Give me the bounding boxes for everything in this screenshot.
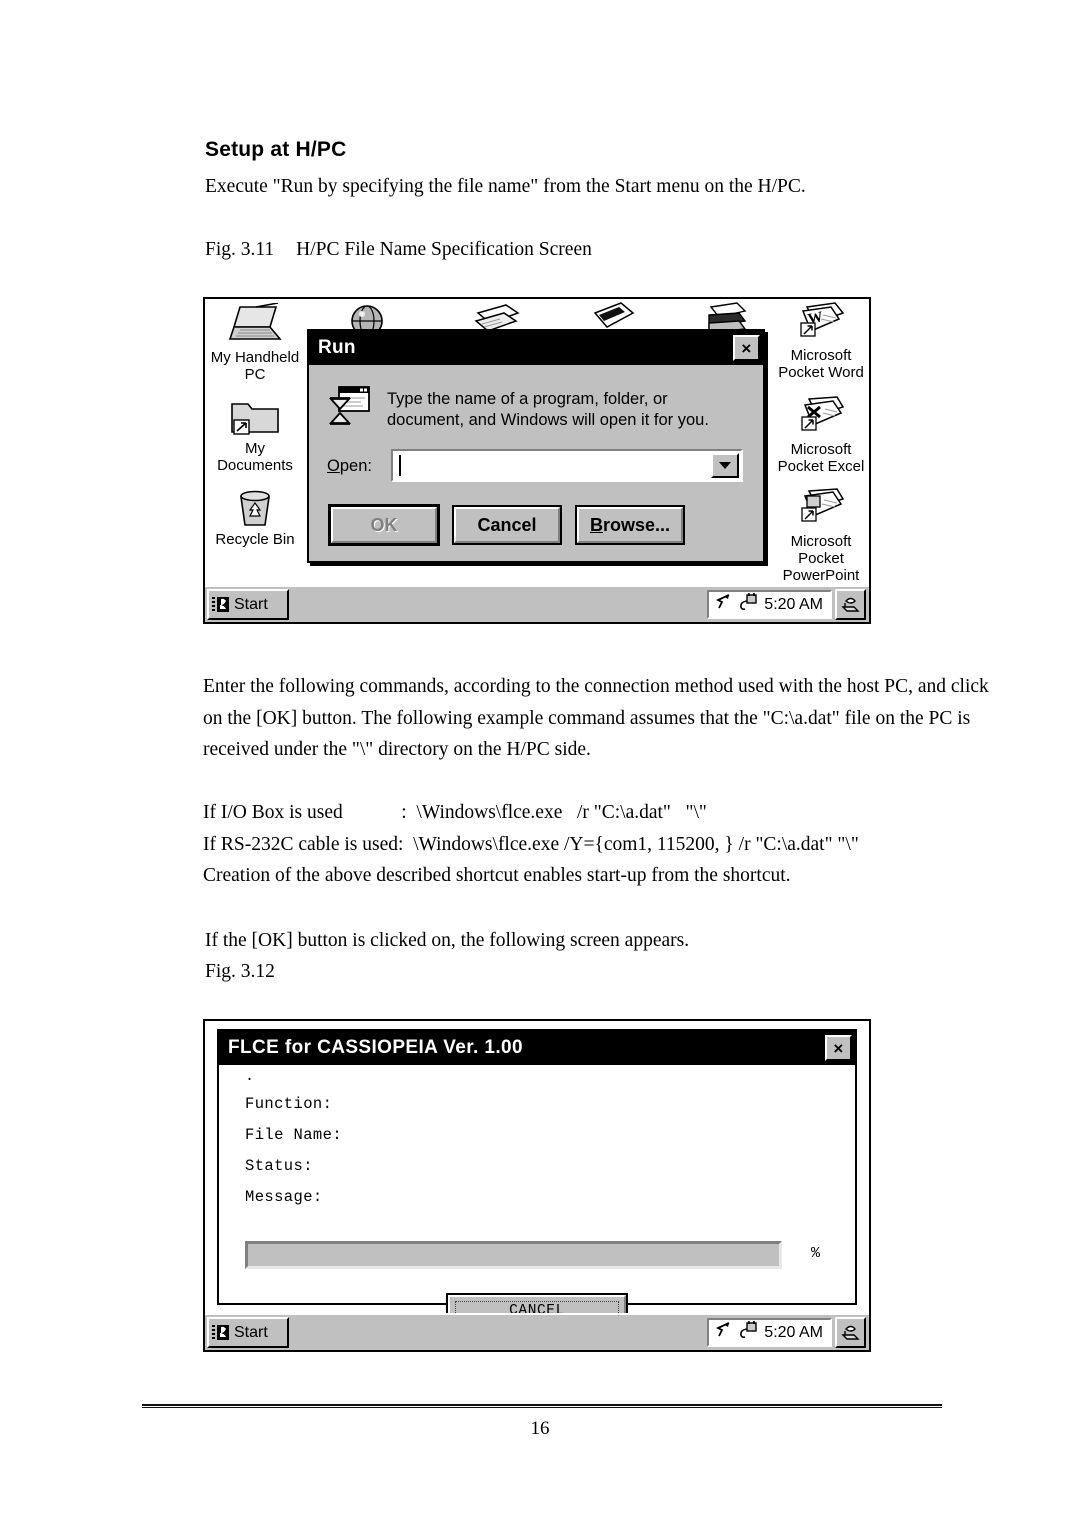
- recycle-bin-icon: [207, 485, 303, 529]
- desktop-icon-pocket-excel[interactable]: Microsoft Pocket Excel: [773, 395, 869, 475]
- cursor-icon[interactable]: [715, 593, 732, 616]
- body-line-2: on the [OK] button. The following exampl…: [203, 707, 971, 729]
- cancel-button[interactable]: CANCEL: [446, 1293, 628, 1313]
- run-dialog-body: Type the name of a program, folder, or d…: [309, 365, 763, 561]
- cancel-button[interactable]: Cancel: [452, 505, 562, 545]
- progress-bar: [245, 1241, 782, 1269]
- taskbar: Start 5:20 AM: [205, 585, 869, 622]
- command-io-box: If I/O Box is used : \Windows\flce.exe /…: [203, 802, 707, 823]
- start-flag-icon: [212, 596, 231, 613]
- desktop-icon-my-documents[interactable]: My Documents: [207, 394, 303, 474]
- desktop-icon-pocket-powerpoint[interactable]: Microsoft Pocket PowerPoint: [773, 487, 869, 584]
- close-icon[interactable]: ×: [733, 335, 760, 361]
- body-line-3: received under the "\" directory on the …: [203, 739, 591, 760]
- run-dialog-message: Type the name of a program, folder, or d…: [387, 390, 709, 429]
- status-field-label: Status:: [245, 1157, 313, 1175]
- excel-document-icon: [773, 395, 869, 439]
- start-flag-icon: [212, 1324, 231, 1341]
- start-button-label: Start: [234, 1323, 268, 1341]
- desktop-icon-label: My Handheld PC: [210, 349, 300, 383]
- cursor-icon[interactable]: [715, 1321, 732, 1344]
- figure-311-caption: Fig. 3.11 H/PC File Name Specification Sc…: [205, 234, 592, 265]
- open-input[interactable]: [393, 451, 711, 480]
- word-document-icon: W: [773, 301, 869, 345]
- run-dialog: Run × Type the name of a program, folder…: [307, 329, 765, 563]
- desktop-icon-label: Microsoft Pocket PowerPoint: [782, 533, 860, 584]
- page-number: 16: [530, 1418, 550, 1439]
- leading-dot: .: [245, 1068, 255, 1085]
- message-field-label: Message:: [245, 1188, 323, 1206]
- figure-311-label: Fig. 3.11: [205, 239, 275, 260]
- run-dialog-message-row: Type the name of a program, folder, or d…: [327, 383, 709, 434]
- figure-312-screenshot: FLCE for CASSIOPEIA Ver. 1.00 × . Functi…: [203, 1019, 871, 1352]
- text-caret: [399, 455, 401, 476]
- open-label-text: pen:: [339, 457, 372, 475]
- open-label-accel: O: [327, 457, 340, 475]
- taskbar: Start 5:20 AM: [205, 1313, 869, 1350]
- figure-311-screenshot: My Handheld PC My Documents Recycle Bin …: [203, 297, 871, 624]
- open-combobox[interactable]: [391, 449, 743, 482]
- command-note: Creation of the above described shortcut…: [203, 865, 791, 886]
- intro-paragraph: Execute "Run by specifying the file name…: [205, 176, 806, 197]
- cancel-button-label: CANCEL: [455, 1301, 619, 1313]
- function-field-label: Function:: [245, 1095, 333, 1113]
- flce-button-row: CANCEL: [219, 1293, 855, 1313]
- open-label: Open:: [327, 457, 372, 476]
- document-page: Setup at H/PC Execute "Run by specifying…: [0, 0, 1080, 1528]
- flce-dialog-body: . Function: File Name: Status: Message: …: [219, 1065, 855, 1313]
- folder-shortcut-icon: [207, 394, 303, 438]
- power-plug-icon[interactable]: [738, 593, 758, 616]
- command-list: If I/O Box is used : \Windows\flce.exe /…: [203, 797, 1003, 892]
- system-tray: 5:20 AM: [707, 1318, 832, 1347]
- body-paragraph: Enter the following commands, according …: [203, 671, 993, 766]
- tray-clock[interactable]: 5:20 AM: [764, 596, 823, 614]
- ok-note-paragraph: If the [OK] button is clicked on, the fo…: [205, 930, 690, 951]
- figure-311-title: H/PC File Name Specification Screen: [296, 239, 592, 260]
- desktop-icon-label: My Documents: [217, 440, 293, 474]
- start-button[interactable]: Start: [207, 1317, 289, 1348]
- start-button-label: Start: [234, 595, 268, 613]
- desktop-icon-pocket-word[interactable]: W Microsoft Pocket Word: [773, 301, 869, 381]
- body-line-1: Enter the following commands, according …: [203, 676, 989, 697]
- system-tray: 5:20 AM: [707, 590, 832, 619]
- progress-percent-symbol: %: [811, 1245, 821, 1262]
- command-rs232c: If RS-232C cable is used: \Windows\flce.…: [203, 833, 859, 855]
- desktop-icon-label: Recycle Bin: [215, 531, 295, 548]
- figure-312-label: Fig. 3.12: [205, 961, 275, 982]
- powerpoint-document-icon: [773, 487, 869, 531]
- laptop-icon: [207, 302, 303, 347]
- desktop-icon-label: Microsoft Pocket Excel: [777, 441, 865, 475]
- tray-clock[interactable]: 5:20 AM: [764, 1324, 823, 1342]
- power-plug-icon[interactable]: [738, 1321, 758, 1344]
- start-button[interactable]: Start: [207, 589, 289, 620]
- show-desktop-icon[interactable]: [835, 1317, 866, 1348]
- flce-titlebar[interactable]: FLCE for CASSIOPEIA Ver. 1.00 ×: [219, 1031, 855, 1065]
- browse-accel: B: [589, 514, 603, 535]
- chevron-down-icon[interactable]: [711, 453, 739, 478]
- page-title: Setup at H/PC: [205, 138, 347, 161]
- show-desktop-icon[interactable]: [835, 589, 866, 620]
- hpc-desktop-flce: FLCE for CASSIOPEIA Ver. 1.00 × . Functi…: [205, 1021, 869, 1313]
- run-dialog-title: Run: [318, 337, 356, 358]
- close-icon[interactable]: ×: [825, 1035, 852, 1061]
- desktop-icon-label: Microsoft Pocket Word: [778, 347, 864, 381]
- browse-button[interactable]: Browse...: [575, 505, 685, 545]
- run-window-hourglass-icon: [327, 383, 373, 434]
- flce-dialog-title: FLCE for CASSIOPEIA Ver. 1.00: [228, 1037, 523, 1058]
- run-dialog-buttons: OK Cancel Browse...: [328, 504, 685, 546]
- footer-rule: [142, 1404, 942, 1408]
- flce-dialog: FLCE for CASSIOPEIA Ver. 1.00 × . Functi…: [217, 1029, 857, 1313]
- run-dialog-titlebar[interactable]: Run ×: [309, 331, 763, 365]
- ok-button[interactable]: OK: [328, 504, 440, 546]
- desktop-icon-recycle-bin[interactable]: Recycle Bin: [207, 485, 303, 548]
- desktop-icon-my-handheld-pc[interactable]: My Handheld PC: [207, 302, 303, 383]
- file-name-field-label: File Name:: [245, 1126, 343, 1144]
- hpc-desktop: My Handheld PC My Documents Recycle Bin …: [205, 299, 869, 585]
